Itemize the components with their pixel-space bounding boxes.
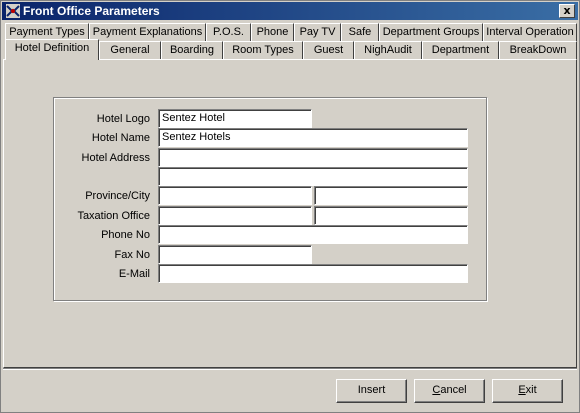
front-office-parameters-window: Front Office Parameters x Payment Types … <box>0 0 580 413</box>
phone-no-field[interactable] <box>158 225 468 244</box>
tab-pay-tv[interactable]: Pay TV <box>294 23 341 41</box>
cancel-button[interactable]: Cancel <box>414 379 485 403</box>
footer-separator <box>3 368 577 370</box>
hotel-logo-field[interactable]: Sentez Hotel <box>158 109 312 128</box>
tab-pos[interactable]: P.O.S. <box>206 23 251 41</box>
tab-phone[interactable]: Phone <box>251 23 294 41</box>
tab-guest[interactable]: Guest <box>303 41 354 59</box>
tax-number-field[interactable] <box>314 206 468 225</box>
tab-breakdown[interactable]: BreakDown <box>499 41 577 59</box>
tab-payment-explanations[interactable]: Payment Explanations <box>89 23 206 41</box>
tab-room-types[interactable]: Room Types <box>223 41 303 59</box>
province-city-label: Province/City <box>85 190 150 202</box>
exit-button-label: xit <box>525 384 537 396</box>
cancel-button-label: ancel <box>440 384 467 396</box>
hotel-address-label: Hotel Address <box>81 152 150 164</box>
fax-no-label: Fax No <box>114 249 150 261</box>
window-title: Front Office Parameters <box>23 4 160 18</box>
insert-button[interactable]: Insert <box>336 379 407 403</box>
tab-interval-operation[interactable]: Interval Operation <box>483 23 577 41</box>
hotel-logo-label: Hotel Logo <box>96 113 150 125</box>
province-field[interactable] <box>158 186 312 205</box>
hotel-name-label: Hotel Name <box>91 132 150 144</box>
exit-accelerator: E <box>518 384 526 396</box>
insert-button-label: Insert <box>357 384 386 396</box>
close-icon[interactable]: x <box>559 4 575 18</box>
tab-department[interactable]: Department <box>422 41 499 59</box>
email-field[interactable] <box>158 264 468 283</box>
hotel-address-line1-field[interactable] <box>158 148 468 167</box>
hotel-info-group: Hotel Logo Hotel Name Hotel Address Prov… <box>53 97 487 301</box>
tab-safe[interactable]: Safe <box>341 23 379 41</box>
tab-general[interactable]: General <box>99 41 161 59</box>
taxation-office-label: Taxation Office <box>77 210 150 222</box>
hotel-name-field[interactable]: Sentez Hotels <box>158 128 468 147</box>
app-icon <box>6 4 20 18</box>
tab-boarding[interactable]: Boarding <box>161 41 223 59</box>
taxation-office-field[interactable] <box>158 206 312 225</box>
fax-no-field[interactable] <box>158 245 312 264</box>
tab-hotel-definition[interactable]: Hotel Definition <box>5 39 99 60</box>
phone-no-label: Phone No <box>101 229 150 241</box>
city-field[interactable] <box>314 186 468 205</box>
email-label: E-Mail <box>118 268 150 280</box>
tab-department-groups[interactable]: Department Groups <box>379 23 483 41</box>
exit-button[interactable]: Exit <box>492 379 563 403</box>
title-bar[interactable]: Front Office Parameters x <box>2 2 578 20</box>
hotel-address-line2-field[interactable] <box>158 167 468 186</box>
tab-nighaudit[interactable]: NighAudit <box>354 41 422 59</box>
